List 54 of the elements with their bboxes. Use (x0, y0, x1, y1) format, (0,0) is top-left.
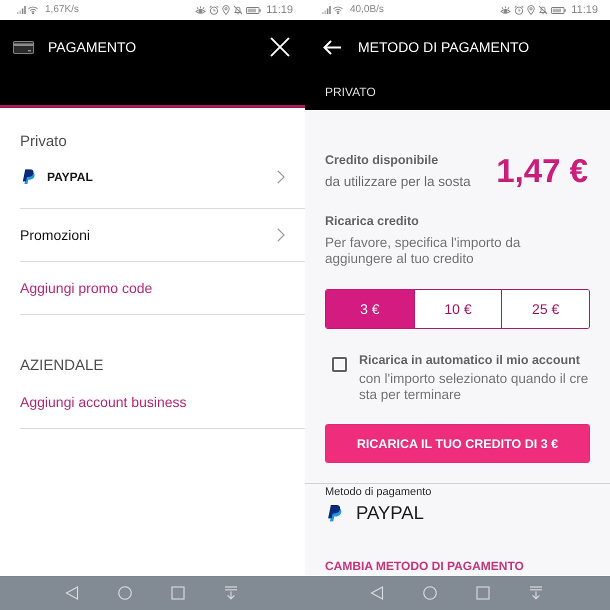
section-label: AZIENDALE (19, 356, 104, 376)
home-icon[interactable] (423, 586, 437, 600)
location-icon (222, 5, 230, 15)
eye-icon (195, 6, 206, 14)
status-time: 11:19 (571, 4, 598, 16)
back-arrow-icon (323, 40, 341, 54)
alarm-icon (514, 5, 524, 15)
credit-amount: 1,47 € (496, 152, 588, 190)
payment-logo-icon (22, 169, 35, 185)
change-method-link[interactable]: CAMBIA METODO DI PAGAMENTO (325, 558, 524, 574)
battery-icon (246, 6, 262, 14)
credit-caption: da utilizzare per la sosta (325, 173, 471, 191)
chevron-right-icon (277, 228, 285, 242)
payment-method-label: Metodo di pagamento (325, 485, 432, 499)
back-button[interactable] (323, 40, 341, 54)
close-button[interactable] (270, 37, 290, 57)
alarm-icon (209, 5, 220, 15)
chevron-right-icon (277, 170, 285, 184)
screen-title: METODO DI PAGAMENTO (358, 38, 530, 57)
signal-icon (17, 6, 26, 14)
payment-method-name: PAYPAL (356, 501, 424, 525)
location-icon (527, 5, 536, 15)
back-icon[interactable] (370, 586, 384, 600)
status-time: 11:19 (266, 4, 293, 16)
recharge-button[interactable]: RICARICA IL TUO CREDITO DI 3 € (325, 424, 590, 463)
network-speed: 1,67K/s (45, 4, 79, 16)
wifi-icon (28, 6, 38, 14)
section-label: Privato (19, 132, 68, 152)
bell-off-icon (233, 5, 244, 15)
recents-icon[interactable] (476, 586, 490, 600)
arrow-down-icon[interactable] (529, 586, 543, 600)
close-icon (270, 37, 290, 57)
back-icon[interactable] (65, 586, 79, 600)
auto-recharge-title: Ricarica in automatico il mio account (359, 352, 580, 369)
payment-logo-icon (327, 504, 342, 522)
screen-title: PAGAMENTO (48, 38, 138, 57)
eye-icon (500, 6, 512, 14)
signal-icon (322, 6, 331, 14)
battery-icon (551, 6, 566, 14)
wifi-icon (333, 6, 343, 14)
card-icon (13, 40, 34, 54)
recharge-title: Ricarica credito (325, 213, 419, 230)
network-speed: 40,0B/s (350, 4, 384, 16)
recents-icon[interactable] (171, 586, 185, 600)
home-icon[interactable] (118, 586, 132, 600)
auto-recharge-description: con l'importo selezionato quando il cre sta per terminare (359, 371, 588, 403)
account-type-label: PRIVATO (325, 84, 376, 100)
auto-recharge-checkbox[interactable] (332, 357, 347, 372)
amount-option[interactable]: 25 € (501, 290, 589, 328)
amount-option[interactable]: 3 € (326, 290, 414, 328)
arrow-down-icon[interactable] (224, 586, 238, 600)
bell-off-icon (538, 5, 548, 15)
credit-title: Credito disponibile (325, 152, 438, 169)
recharge-hint: Per favore, specifica l'importo da aggiungere al tuo credito (325, 235, 522, 267)
